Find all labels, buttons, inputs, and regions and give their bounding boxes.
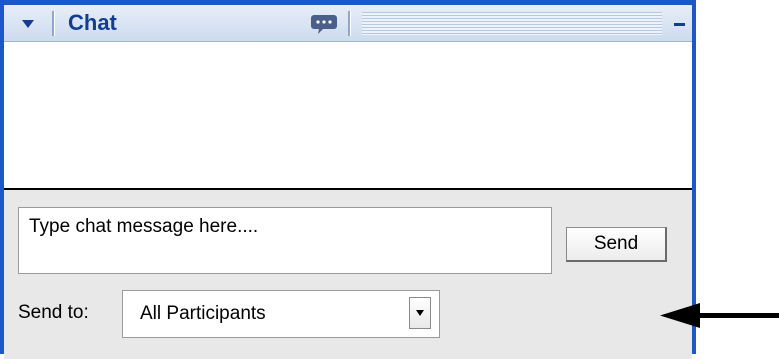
panel-title: Chat — [68, 10, 117, 35]
chat-titlebar: Chat — [4, 5, 692, 42]
titlebar-separator — [52, 11, 55, 36]
titlebar-grip[interactable] — [362, 12, 662, 35]
titlebar-separator — [348, 11, 351, 36]
send-to-selected-value: All Participants — [140, 303, 266, 324]
chat-panel: Chat Send Send to: All Participants — [0, 0, 696, 359]
chat-messages-area — [4, 42, 692, 190]
send-to-label: Send to: — [18, 302, 89, 323]
chevron-down-icon — [22, 20, 34, 28]
speech-bubble-icon — [311, 11, 337, 37]
left-arrow-icon — [660, 300, 779, 330]
dropdown-arrow-button[interactable] — [409, 297, 431, 329]
chat-message-input[interactable] — [18, 207, 552, 274]
minimize-button[interactable] — [669, 11, 689, 37]
send-button[interactable]: Send — [566, 227, 667, 262]
chevron-down-icon — [416, 310, 424, 316]
chat-compose-area: Send Send to: All Participants — [4, 190, 692, 359]
minimize-icon — [673, 22, 685, 26]
collapse-button[interactable] — [10, 11, 46, 37]
send-to-dropdown[interactable]: All Participants — [122, 290, 440, 338]
